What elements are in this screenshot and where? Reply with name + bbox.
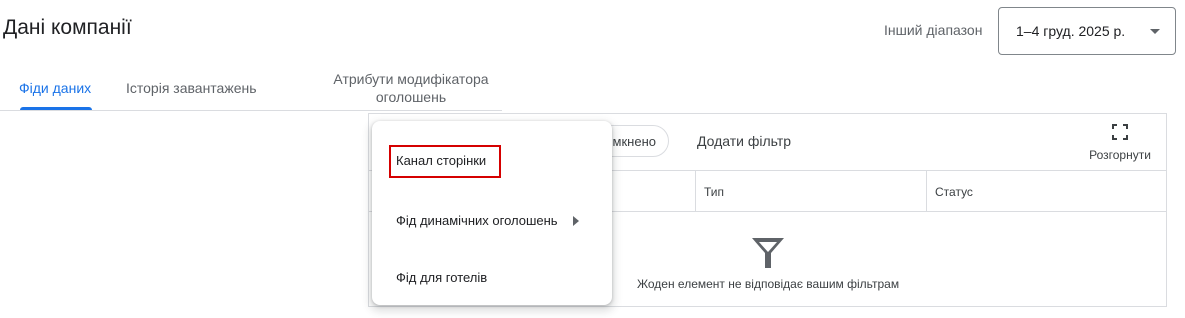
filter-icon bbox=[752, 238, 784, 268]
expand-label: Розгорнути bbox=[1089, 148, 1151, 162]
expand-button[interactable]: Розгорнути bbox=[1083, 122, 1157, 166]
tab-upload-history[interactable]: Історія завантажень bbox=[126, 79, 257, 97]
date-range-value: 1–4 груд. 2025 р. bbox=[1016, 23, 1126, 39]
column-divider bbox=[695, 171, 696, 211]
menu-item-label: Фід для готелів bbox=[396, 270, 488, 285]
page-title: Дані компанії bbox=[3, 16, 132, 39]
column-divider bbox=[926, 171, 927, 211]
tab-data-feeds[interactable]: Фіди даних bbox=[19, 79, 91, 97]
fullscreen-icon bbox=[1112, 124, 1128, 140]
column-header-type[interactable]: Тип bbox=[704, 185, 724, 199]
tab-ad-modifier-attributes[interactable]: Атрибути модифікатора оголошень bbox=[311, 70, 511, 106]
tabs-divider bbox=[0, 110, 502, 111]
menu-item-dynamic-ads-feed[interactable]: Фід динамічних оголошень bbox=[372, 203, 612, 239]
empty-state-message: Жоден елемент не відповідає вашим фільтр… bbox=[636, 277, 900, 291]
range-label: Інший діапазон bbox=[884, 22, 983, 38]
caret-down-icon bbox=[1150, 29, 1160, 34]
date-range-dropdown[interactable]: 1–4 груд. 2025 р. bbox=[998, 7, 1176, 55]
highlight-box bbox=[389, 145, 501, 178]
column-header-status[interactable]: Статус bbox=[935, 185, 973, 199]
add-filter-button[interactable]: Додати фільтр bbox=[697, 133, 791, 149]
add-feed-menu: Канал сторінки Фід динамічних оголошень … bbox=[372, 121, 612, 305]
caret-right-icon bbox=[573, 216, 579, 226]
company-data-page: Дані компанії Інший діапазон 1–4 груд. 2… bbox=[0, 0, 1185, 318]
menu-item-label: Фід динамічних оголошень bbox=[396, 213, 558, 228]
menu-item-hotel-feed[interactable]: Фід для готелів bbox=[372, 260, 612, 296]
filter-chip-label: мкнено bbox=[612, 133, 656, 149]
